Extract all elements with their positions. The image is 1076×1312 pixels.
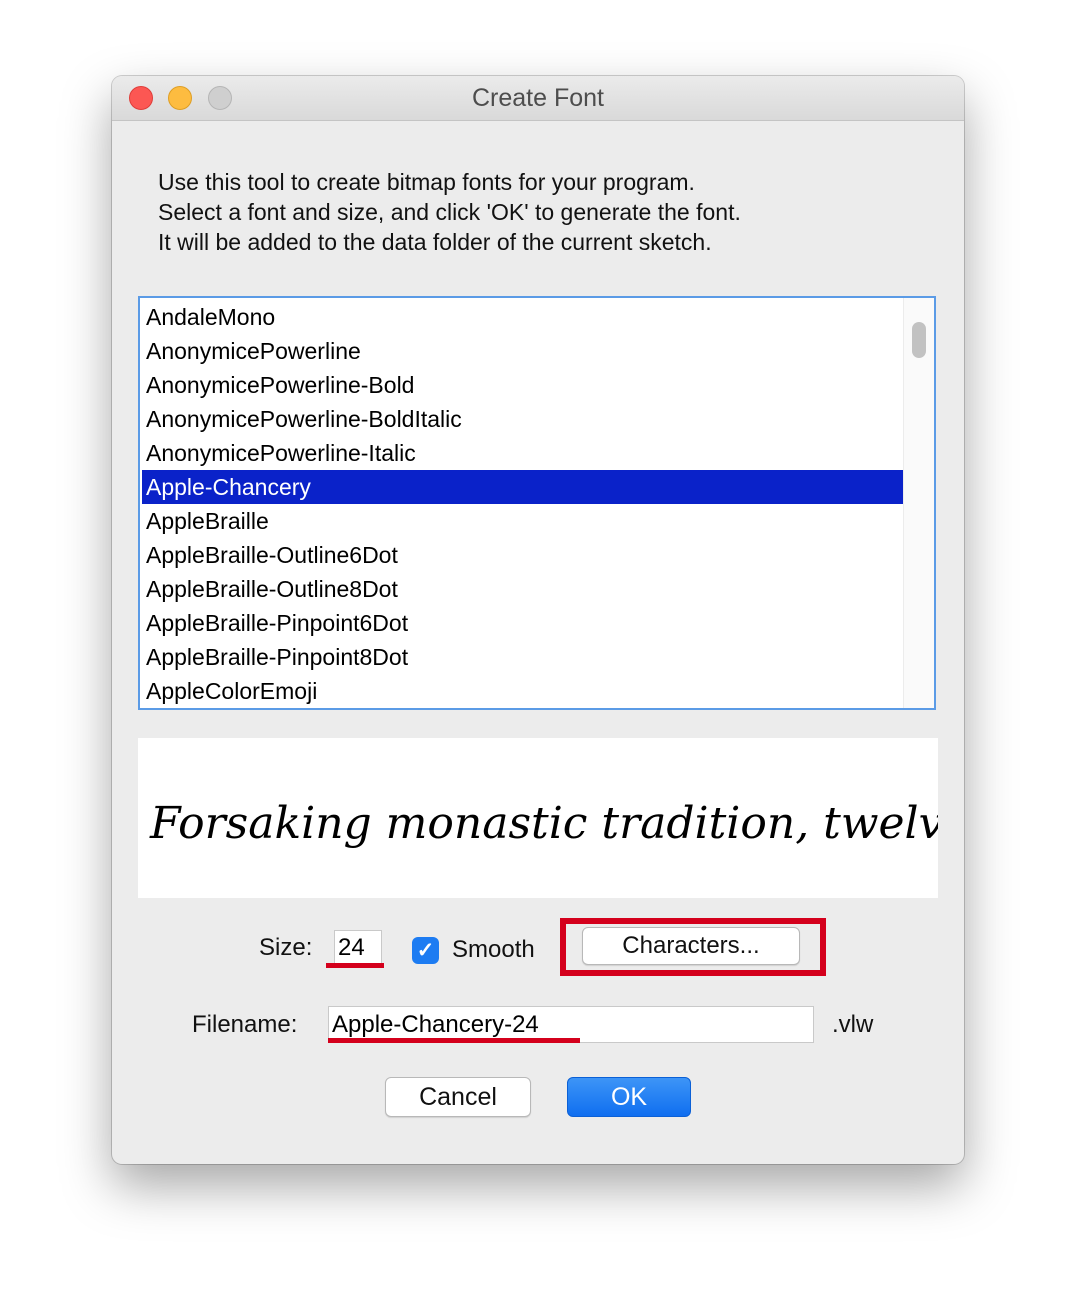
preview-sample-text: Forsaking monastic tradition, twelve jov (150, 798, 938, 849)
font-list-item[interactable]: AppleBraille-Outline8Dot (142, 572, 904, 606)
size-annotation-underline (326, 963, 384, 968)
smooth-checkbox[interactable]: ✓ (412, 937, 439, 964)
instructions-line: It will be added to the data folder of t… (158, 229, 712, 255)
font-list-item[interactable]: AppleBraille-Pinpoint6Dot (142, 606, 904, 640)
window-title: Create Font (471, 84, 604, 112)
font-list-item[interactable]: AppleColorEmoji (142, 674, 904, 708)
font-list-item[interactable]: AnonymicePowerline (142, 334, 904, 368)
size-input[interactable]: 24 (334, 930, 382, 966)
instructions-line: Use this tool to create bitmap fonts for… (158, 169, 695, 195)
font-list-item[interactable]: AppleBraille-Pinpoint8Dot (142, 640, 904, 674)
filename-label: Filename: (192, 1011, 298, 1038)
file-extension-label: .vlw (832, 1011, 874, 1038)
scrollbar-thumb[interactable] (912, 322, 926, 358)
checkmark-icon: ✓ (416, 939, 435, 962)
filename-annotation-underline (328, 1038, 580, 1043)
size-label: Size: (259, 934, 313, 961)
instructions-text: Use this tool to create bitmap fonts for… (158, 167, 741, 257)
cancel-button[interactable]: Cancel (385, 1077, 531, 1117)
font-list-item[interactable]: AndaleMono (142, 300, 904, 334)
font-list-item[interactable]: AppleBraille (142, 504, 904, 538)
font-list-item[interactable]: AnonymicePowerline-BoldItalic (142, 402, 904, 436)
font-preview: Forsaking monastic tradition, twelve jov (138, 738, 938, 898)
font-list-item[interactable]: AppleBraille-Outline6Dot (142, 538, 904, 572)
title-bar: Create Font (112, 76, 964, 121)
font-list-item-selected[interactable]: Apple-Chancery (142, 470, 904, 504)
font-list[interactable]: AndaleMono AnonymicePowerline AnonymiceP… (138, 296, 936, 710)
instructions-line: Select a font and size, and click 'OK' t… (158, 199, 741, 225)
font-list-scrollbar[interactable] (903, 298, 934, 708)
create-font-dialog: Create Font Use this tool to create bitm… (112, 76, 964, 1164)
font-list-item[interactable]: AnonymicePowerline-Bold (142, 368, 904, 402)
characters-button[interactable]: Characters... (582, 927, 800, 965)
font-list-item[interactable]: AnonymicePowerline-Italic (142, 436, 904, 470)
ok-button[interactable]: OK (567, 1077, 691, 1117)
smooth-label: Smooth (452, 936, 535, 963)
